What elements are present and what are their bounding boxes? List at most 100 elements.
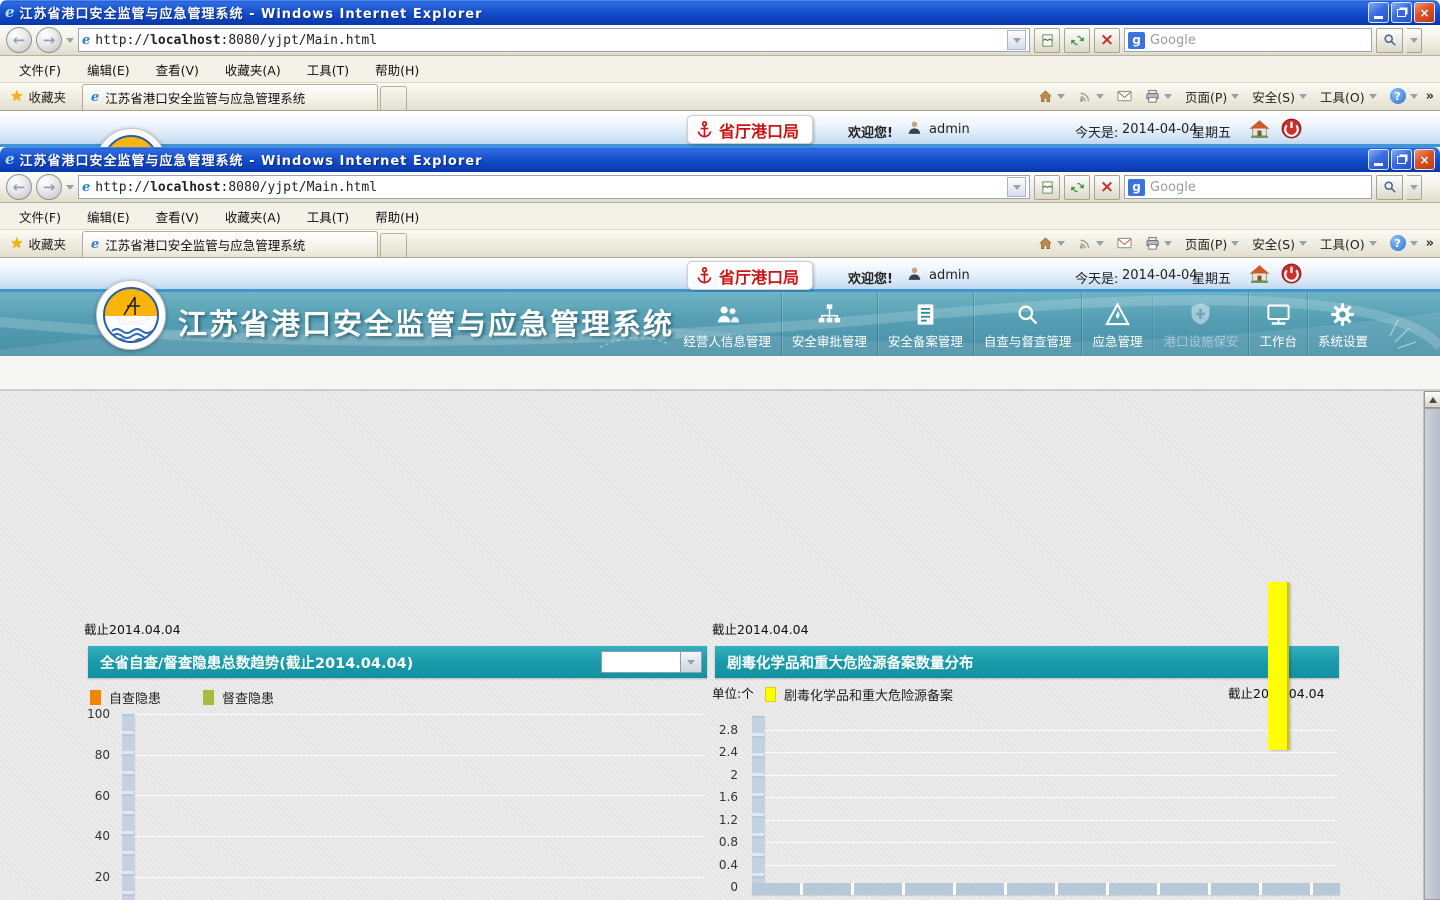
address-input[interactable]: e http://localhost:8080/yjpt/Main.html — [78, 175, 1030, 199]
print-button[interactable] — [1140, 84, 1177, 108]
nav-emergency[interactable]: 应急管理 — [1081, 292, 1152, 356]
hazard-bar — [1268, 582, 1289, 750]
menu-view[interactable]: 查看(V) — [143, 203, 212, 230]
command-bar: 页面(P) 安全(S) 工具(O) ? » — [1027, 82, 1440, 110]
restore-button[interactable] — [1391, 2, 1412, 23]
nav-safety-approval[interactable]: 安全审批管理 — [781, 292, 877, 356]
home-button[interactable] — [1033, 84, 1070, 108]
favorites-button[interactable]: ★ 收藏夹 — [0, 229, 76, 257]
menu-help[interactable]: 帮助(H) — [362, 203, 432, 230]
mail-button[interactable] — [1112, 231, 1137, 255]
menu-edit[interactable]: 编辑(E) — [74, 203, 143, 230]
menu-file[interactable]: 文件(F) — [6, 56, 74, 83]
operators-people-icon — [714, 301, 741, 328]
nav-settings[interactable]: 系统设置 — [1307, 292, 1378, 356]
feeds-button[interactable] — [1073, 231, 1109, 255]
weekday-value: 星期五 — [1192, 122, 1231, 141]
page-icon: e — [82, 180, 90, 195]
close-button[interactable]: × — [1414, 2, 1435, 23]
close-button[interactable]: × — [1414, 149, 1435, 170]
power-logout-icon[interactable] — [1280, 262, 1303, 285]
welcome-text: 欢迎您! — [848, 268, 893, 287]
address-dropdown-button[interactable] — [1007, 177, 1026, 197]
page-menu[interactable]: 页面(P) — [1180, 84, 1244, 108]
compatibility-view-button[interactable] — [1034, 28, 1060, 53]
menu-favorites[interactable]: 收藏夹(A) — [212, 203, 294, 230]
forward-button[interactable]: → — [36, 174, 62, 200]
google-icon: g — [1128, 32, 1145, 49]
tools-menu[interactable]: 工具(O) — [1315, 84, 1382, 108]
stop-button[interactable]: × — [1094, 175, 1120, 200]
page-menu[interactable]: 页面(P) — [1180, 231, 1244, 255]
history-dropdown-icon[interactable] — [66, 185, 74, 190]
menu-help[interactable]: 帮助(H) — [362, 56, 432, 83]
new-tab-stub[interactable] — [380, 86, 407, 110]
right-chart-header: 剧毒化学品和重大危险源备案数量分布 — [715, 646, 1339, 678]
search-go-button[interactable] — [1376, 28, 1403, 53]
search-go-button[interactable] — [1376, 175, 1403, 200]
power-logout-icon[interactable] — [1280, 117, 1303, 140]
titlebar[interactable]: e 江苏省港口安全监管与应急管理系统 - Windows Internet Ex… — [0, 147, 1440, 172]
compatibility-view-button[interactable] — [1034, 175, 1060, 200]
scroll-up-button[interactable] — [1424, 391, 1440, 408]
history-dropdown-icon[interactable] — [66, 38, 74, 43]
overflow-chevron[interactable]: » — [1426, 89, 1434, 104]
menu-edit[interactable]: 编辑(E) — [74, 56, 143, 83]
vertical-scrollbar[interactable] — [1423, 391, 1440, 900]
home-button[interactable] — [1033, 231, 1070, 255]
new-tab-stub[interactable] — [380, 233, 407, 257]
home-house-icon[interactable] — [1248, 262, 1271, 285]
address-input[interactable]: e http://localhost:8080/yjpt/Main.html — [78, 28, 1030, 52]
minimize-button[interactable] — [1368, 149, 1389, 170]
tab-main[interactable]: e 江苏省港口安全监管与应急管理系统 — [82, 84, 378, 110]
search-options-button[interactable] — [1407, 28, 1422, 53]
print-button[interactable] — [1140, 231, 1177, 255]
menu-view[interactable]: 查看(V) — [143, 56, 212, 83]
overflow-chevron[interactable]: » — [1426, 236, 1434, 251]
favorites-button[interactable]: ★ 收藏夹 — [0, 82, 76, 110]
nav-workbench[interactable]: 工作台 — [1248, 292, 1307, 356]
stop-button[interactable]: × — [1094, 28, 1120, 53]
titlebar[interactable]: e 江苏省港口安全监管与应急管理系统 - Windows Internet Ex… — [0, 0, 1440, 25]
minimize-button[interactable] — [1368, 2, 1389, 23]
menu-tools[interactable]: 工具(T) — [294, 56, 362, 83]
scrollbar-thumb[interactable] — [1424, 408, 1440, 900]
browser-window-front: e 江苏省港口安全监管与应急管理系统 - Windows Internet Ex… — [0, 147, 1440, 900]
search-input[interactable]: g Google — [1124, 175, 1372, 199]
safety-menu[interactable]: 安全(S) — [1247, 231, 1312, 255]
nav-safety-filing[interactable]: 安全备案管理 — [877, 292, 973, 356]
menu-favorites[interactable]: 收藏夹(A) — [212, 56, 294, 83]
tab-ie-icon: e — [91, 90, 99, 105]
nav-port-security[interactable]: 港口设施保安 — [1152, 292, 1248, 356]
search-input[interactable]: g Google — [1124, 28, 1372, 52]
date-value: 2014-04-04 — [1122, 268, 1198, 283]
back-button[interactable]: ← — [6, 27, 32, 53]
menu-tools[interactable]: 工具(T) — [294, 203, 362, 230]
tools-menu[interactable]: 工具(O) — [1315, 231, 1382, 255]
user-avatar-icon — [906, 265, 923, 282]
mail-button[interactable] — [1112, 84, 1137, 108]
nav-inspection[interactable]: 自查与督查管理 — [973, 292, 1082, 356]
forward-button[interactable]: → — [36, 27, 62, 53]
workbench-monitor-icon — [1265, 301, 1292, 328]
back-button[interactable]: ← — [6, 174, 32, 200]
search-options-button[interactable] — [1407, 175, 1422, 200]
nav-operators[interactable]: 经营人信息管理 — [673, 292, 781, 356]
tab-main[interactable]: e 江苏省港口安全监管与应急管理系统 — [82, 231, 378, 257]
restore-button[interactable] — [1391, 149, 1412, 170]
date-value: 2014-04-04 — [1122, 122, 1198, 137]
refresh-button[interactable] — [1064, 175, 1090, 200]
right-chart-x-axis — [752, 883, 1340, 895]
help-menu[interactable]: ? — [1385, 84, 1423, 108]
feeds-button[interactable] — [1073, 84, 1109, 108]
help-menu[interactable]: ? — [1385, 231, 1423, 255]
site-header-strip: 省厅港口局 欢迎您! admin 今天是: 2014-04-04 星期五 — [0, 258, 1440, 292]
left-chart-period-select[interactable] — [601, 651, 702, 673]
address-dropdown-button[interactable] — [1007, 30, 1026, 50]
select-dropdown-icon[interactable] — [681, 651, 702, 673]
home-house-icon[interactable] — [1248, 117, 1271, 140]
menu-file[interactable]: 文件(F) — [6, 203, 74, 230]
refresh-button[interactable] — [1064, 28, 1090, 53]
logo-ship-crane-icon — [105, 289, 159, 343]
safety-menu[interactable]: 安全(S) — [1247, 84, 1312, 108]
